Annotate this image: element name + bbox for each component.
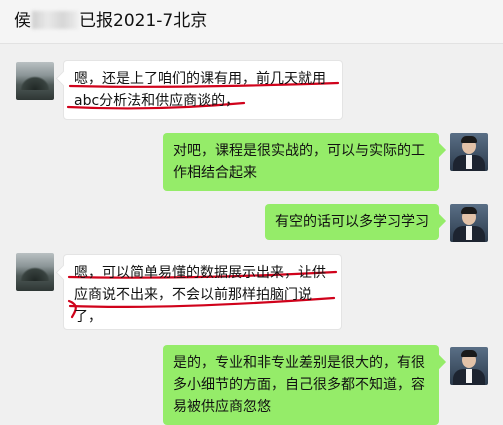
- message-incoming: 嗯，还是上了咱们的课有用，前几天就用abc分析法和供应商谈的，: [63, 60, 343, 120]
- message-text: 是的，专业和非专业差别是很大的，有很多小细节的方面，自己很多都不知道，容易被供应…: [173, 355, 425, 415]
- message-incoming: 嗯，可以简单易懂的数据展示出来，让供应商说不出来，不会以前那样拍脑门说了，: [63, 254, 342, 330]
- message-text: 有空的话可以多学习学习: [275, 214, 429, 230]
- contact-avatar[interactable]: [16, 62, 54, 100]
- message-outgoing: 对吧，课程是很实战的，可以与实际的工作相结合起来: [163, 133, 439, 191]
- redacted-name: [32, 11, 78, 29]
- message-text: 嗯，还是上了咱们的课有用，前几天就用abc分析法和供应商谈的，: [74, 71, 326, 109]
- chat-title: 侯 已报2021-7北京: [14, 9, 207, 33]
- my-avatar[interactable]: [450, 204, 488, 242]
- my-avatar[interactable]: [450, 133, 488, 171]
- chat-header: 侯 已报2021-7北京: [0, 0, 503, 44]
- chat-title-suffix: 已报2021-7北京: [79, 11, 208, 31]
- contact-avatar[interactable]: [16, 253, 54, 291]
- message-outgoing: 是的，专业和非专业差别是很大的，有很多小细节的方面，自己很多都不知道，容易被供应…: [163, 345, 439, 425]
- my-avatar[interactable]: [450, 347, 488, 385]
- message-text: 嗯，可以简单易懂的数据展示出来，让供应商说不出来，不会以前那样拍脑门说了，: [74, 265, 326, 325]
- message-outgoing: 有空的话可以多学习学习: [265, 204, 439, 240]
- message-text: 对吧，课程是很实战的，可以与实际的工作相结合起来: [173, 143, 425, 181]
- chat-title-prefix: 侯: [14, 11, 31, 31]
